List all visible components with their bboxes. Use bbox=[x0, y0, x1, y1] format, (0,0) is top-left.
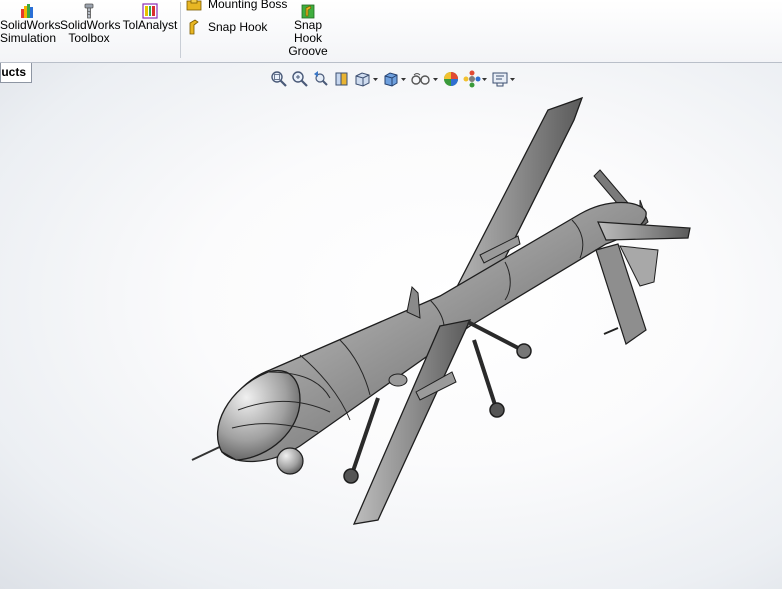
snap-hook-label: Snap Hook bbox=[208, 20, 268, 34]
mounting-boss-icon bbox=[186, 0, 202, 11]
mounting-boss-button[interactable]: Mounting Boss bbox=[186, 0, 287, 12]
tool-label-line2: Simulation bbox=[0, 31, 57, 45]
toolbox-icon bbox=[84, 3, 94, 19]
command-manager-ribbon: SolidWorks Simulation SolidWorks Toolbox… bbox=[0, 0, 782, 62]
tolanalyst-button[interactable]: TolAnalyst bbox=[122, 3, 178, 32]
dorsal-fin bbox=[406, 285, 421, 319]
tool-label-line3: Groove bbox=[288, 44, 328, 58]
tool-label-line2: Toolbox bbox=[68, 31, 110, 45]
snap-hook-icon bbox=[189, 19, 199, 35]
solidworks-simulation-button[interactable]: SolidWorks Simulation bbox=[0, 3, 60, 45]
drone-3d-model[interactable] bbox=[0, 63, 782, 589]
snap-hook-groove-icon bbox=[301, 4, 315, 19]
mounting-boss-label: Mounting Boss bbox=[208, 0, 288, 11]
ribbon-separator bbox=[180, 2, 181, 58]
tool-label: TolAnalyst bbox=[122, 18, 178, 32]
snap-hook-groove-button[interactable]: Snap Hook Groove bbox=[286, 3, 330, 58]
simulation-icon bbox=[21, 4, 33, 18]
snap-hook-button[interactable]: Snap Hook bbox=[186, 19, 267, 35]
sensor-ball bbox=[276, 447, 304, 475]
tolanalyst-icon bbox=[142, 3, 158, 19]
antenna-pod bbox=[388, 373, 408, 387]
tail-skid bbox=[603, 327, 619, 335]
solidworks-toolbox-button[interactable]: SolidWorks Toolbox bbox=[60, 3, 120, 45]
tail-stabilizer bbox=[597, 221, 691, 241]
